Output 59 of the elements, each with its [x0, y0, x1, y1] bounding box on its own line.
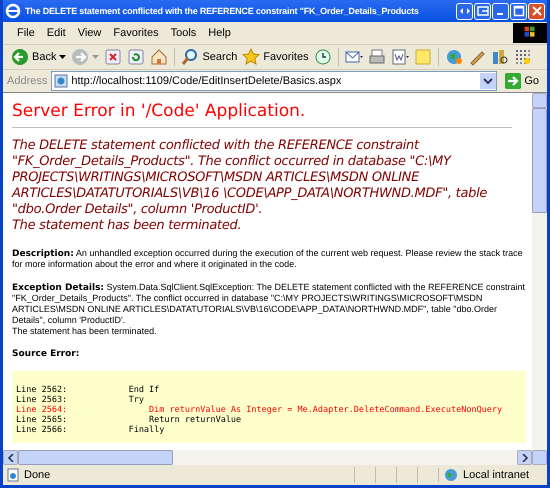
refresh-icon — [127, 48, 146, 66]
zone-text: Local intranet — [463, 469, 530, 481]
description-text: Description: An unhandled exception occurred during the execution of the current web request. Please review the stack trace for more information about the error and where it originated in the code. — [12, 248, 524, 270]
menu-item[interactable]: Help — [202, 27, 237, 39]
status-text: Done — [24, 469, 50, 481]
back-button[interactable]: Back — [9, 46, 68, 68]
window-icon[interactable] — [474, 2, 491, 20]
menu-item[interactable]: Favorites — [107, 27, 165, 39]
back-icon — [11, 48, 29, 66]
vertical-scrollbar[interactable] — [532, 93, 547, 465]
go-button[interactable]: Go — [501, 73, 543, 89]
globe-icon — [443, 468, 459, 482]
code-line: Line 2563: Try — [16, 395, 145, 405]
minimize-icon[interactable] — [492, 2, 509, 20]
code-line: Line 2566: Finally — [16, 425, 166, 435]
books-icon — [490, 48, 509, 66]
search-button[interactable]: Search — [179, 46, 240, 68]
clock-icon — [314, 48, 332, 66]
maximize-icon[interactable] — [510, 2, 527, 20]
error-heading: Server Error in '/Code' Application. — [12, 101, 306, 121]
page-icon — [6, 468, 20, 482]
code-line: Line 2564: Dim returnValue As Integer = Me.Adapter.DeleteCommand.ExecuteNonQuery — [16, 405, 504, 415]
grid-icon — [514, 48, 532, 66]
menu-item[interactable]: Edit — [40, 27, 72, 39]
chevron-icon — [8, 454, 14, 462]
error-message: The statement has been terminated. — [12, 218, 242, 234]
close-icon[interactable] — [528, 2, 545, 20]
search-icon — [181, 48, 200, 66]
code-line: Line 2565: Return returnValue — [16, 415, 242, 425]
chevron-icon — [522, 454, 528, 462]
code-line: Line 2562: End If — [16, 385, 160, 395]
menu-item[interactable]: Tools — [164, 27, 202, 39]
restore-icon[interactable] — [456, 2, 473, 20]
exception-details: Exception Details: System.Data.SqlClient.SqlException: The DELETE statement conflicted with the REFERENCE constraint "FK_Order_Details_Products". The conflict occurred in database "C:\MY PROJECTS\WRITINGS\MICROSOFT\MSDN ARTICLES\MSDN ONLINE ARTICLES\DATATUTORIALS\VB\16\CODE\APP_DATA\NORTHWND.MDF", table "dbo.Order Details", column 'ProductID'. — [12, 282, 526, 326]
dropdown-button[interactable] — [480, 73, 496, 89]
source-error-label: Source Error: — [12, 349, 80, 359]
exception-text: The statement has been terminated. — [12, 326, 158, 337]
url-text: http://localhost:1109/Code/EditInsertDelete/Basics.aspx — [71, 75, 342, 87]
menu-item[interactable]: View — [72, 27, 108, 39]
chevron-icon — [483, 77, 494, 85]
printer-icon — [368, 48, 386, 66]
document-icon — [390, 48, 409, 66]
stop-icon — [104, 48, 122, 66]
forward-icon — [71, 48, 90, 66]
page-icon — [54, 74, 68, 88]
house-icon — [150, 48, 168, 66]
address-field[interactable]: http://localhost:1109/Code/EditInsertDelete/Basics.aspx — [51, 71, 498, 91]
horizontal-scrollbar[interactable] — [3, 450, 532, 465]
menu-item[interactable]: File — [11, 27, 41, 39]
favorites-button[interactable]: Favorites — [240, 46, 311, 68]
caret-icon[interactable] — [59, 55, 66, 59]
windows-logo — [513, 23, 547, 43]
address-label: Address — [7, 75, 48, 87]
window-title: The DELETE statement conflicted with the REFERENCE constraint "FK_Order_Details_Products — [25, 6, 420, 16]
arrow-icon — [505, 73, 522, 89]
star-icon — [242, 48, 260, 66]
note-icon — [414, 48, 432, 66]
globe-icon — [444, 48, 463, 66]
error-message: The DELETE statement conflicted with the REFERENCE constraint "FK_Order_Details_Products". The conflict occurred in database "C:\MY PROJECTS\WRITINGS\MICROSOFT\MSDN ARTICLES\MSDN ONLINE ARTICLES\DATATUTORIALS\VB\16 \CODE\APP_DATA\NORTHWND.MDF", table "dbo.Order Details", column 'ProductID'. — [12, 138, 488, 218]
